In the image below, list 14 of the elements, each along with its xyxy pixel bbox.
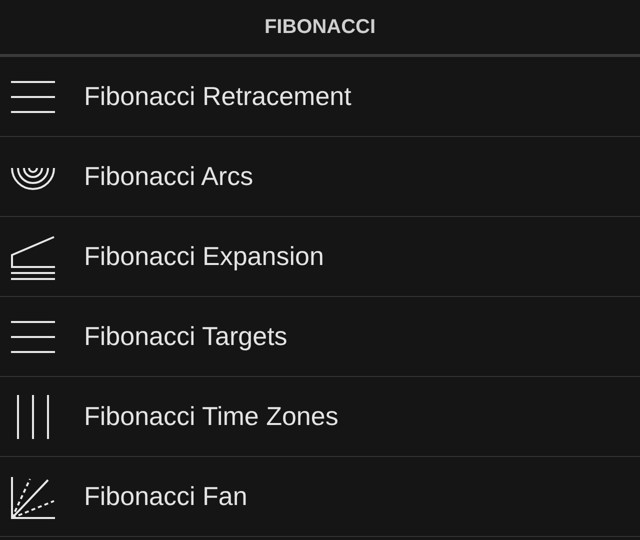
menu-item[interactable]: Fibonacci Time Zones xyxy=(0,377,640,457)
item-label: Fibonacci Fan xyxy=(84,481,248,512)
menu-item[interactable]: Fibonacci Fan xyxy=(0,457,640,537)
item-label: Fibonacci Retracement xyxy=(84,81,352,112)
header-title: FIBONACCI xyxy=(264,16,376,38)
menu-item[interactable]: Fibonacci Retracement xyxy=(0,57,640,137)
angled-lines-icon xyxy=(10,234,56,280)
item-label: Fibonacci Time Zones xyxy=(84,401,338,432)
menu-item[interactable]: Fibonacci Targets xyxy=(0,297,640,377)
menu-item[interactable]: Fibonacci Expansion xyxy=(0,217,640,297)
item-label: Fibonacci Targets xyxy=(84,321,288,352)
item-label: Fibonacci Arcs xyxy=(84,161,254,192)
item-label: Fibonacci Expansion xyxy=(84,241,324,272)
menu-item[interactable]: Fibonacci Arcs xyxy=(0,137,640,217)
